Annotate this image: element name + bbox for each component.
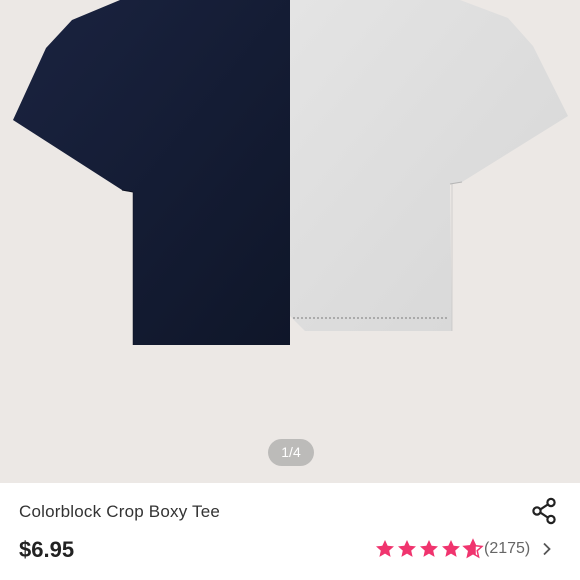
- share-icon: [532, 497, 556, 525]
- product-info: Colorblock Crop Boxy Tee $6.95 (2175): [0, 483, 580, 580]
- star-icon: [398, 540, 416, 557]
- chevron-right-icon: [543, 542, 552, 556]
- product-image-carousel[interactable]: 1/4: [0, 0, 580, 483]
- review-count: (2175): [484, 540, 531, 557]
- tee-navy-panel: [13, 0, 290, 345]
- star-icon: [420, 540, 438, 557]
- star-icon: [442, 540, 460, 557]
- tee-grey-panel: [290, 0, 568, 331]
- rating-summary[interactable]: (2175): [374, 537, 554, 561]
- product-price: $6.95: [19, 537, 75, 562]
- image-pager: 1/4: [268, 439, 314, 466]
- star-rating: [374, 538, 484, 560]
- share-button[interactable]: [526, 493, 562, 529]
- star-icon: [376, 540, 394, 557]
- product-title: Colorblock Crop Boxy Tee: [19, 502, 221, 521]
- product-image: [13, 0, 568, 345]
- star-half-icon: [462, 538, 484, 559]
